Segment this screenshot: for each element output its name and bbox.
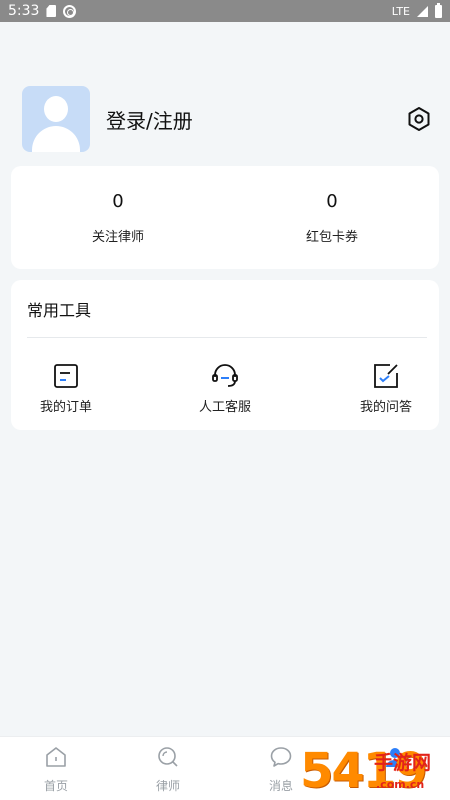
bottom-tab-bar: 首页 律师 消息 — [0, 736, 450, 800]
login-register-link[interactable]: 登录/注册 — [106, 105, 193, 134]
tab-label: 首页 — [43, 779, 68, 793]
status-time: 5:33 — [8, 3, 40, 19]
stat-coupons[interactable]: 0 红包卡券 — [225, 166, 439, 269]
tab-label: 律师 — [155, 779, 180, 793]
avatar[interactable] — [22, 86, 90, 152]
stat-label: 红包卡券 — [305, 229, 358, 245]
tool-my-qa[interactable]: 我的问答 — [331, 362, 441, 415]
settings-button[interactable] — [406, 106, 432, 132]
tool-label: 我的订单 — [39, 400, 92, 415]
tool-label: 我的问答 — [359, 400, 412, 415]
lawyer-icon — [158, 747, 178, 767]
message-icon — [270, 747, 292, 767]
divider — [27, 337, 427, 338]
battery-icon — [435, 2, 442, 18]
stat-label: 关注律师 — [91, 229, 144, 245]
avatar-head-shape — [44, 96, 68, 122]
signal-icon — [417, 5, 428, 17]
tab-label: 消息 — [268, 779, 293, 793]
tools-card: 常用工具 我的订单 人工客服 我的问答 — [11, 280, 439, 430]
sd-card-icon — [46, 5, 57, 17]
stats-card: 0 关注律师 0 红包卡券 — [11, 166, 439, 269]
tab-messages[interactable]: 消息 — [246, 745, 316, 794]
avatar-body-shape — [32, 126, 80, 152]
tab-profile[interactable] — [360, 745, 430, 777]
settings-icon — [408, 107, 430, 131]
tab-home[interactable]: 首页 — [21, 745, 91, 794]
stat-value: 0 — [112, 190, 124, 212]
tools-title: 常用工具 — [27, 301, 92, 320]
network-type-label: LTE — [391, 4, 410, 18]
profile-header: 登录/注册 — [22, 86, 432, 152]
sync-icon — [63, 4, 77, 18]
profile-icon — [386, 748, 404, 767]
tab-lawyer[interactable]: 律师 — [133, 745, 203, 794]
stat-followed-lawyers[interactable]: 0 关注律师 — [11, 166, 225, 269]
status-bar: 5:33 LTE — [0, 0, 450, 22]
tool-customer-service[interactable]: 人工客服 — [170, 362, 280, 415]
tool-label: 人工客服 — [198, 400, 251, 415]
headset-icon — [212, 364, 238, 387]
order-icon — [54, 364, 78, 388]
home-icon — [46, 747, 66, 767]
stat-value: 0 — [326, 190, 338, 212]
tool-my-orders[interactable]: 我的订单 — [11, 362, 121, 415]
qa-icon — [374, 364, 398, 388]
